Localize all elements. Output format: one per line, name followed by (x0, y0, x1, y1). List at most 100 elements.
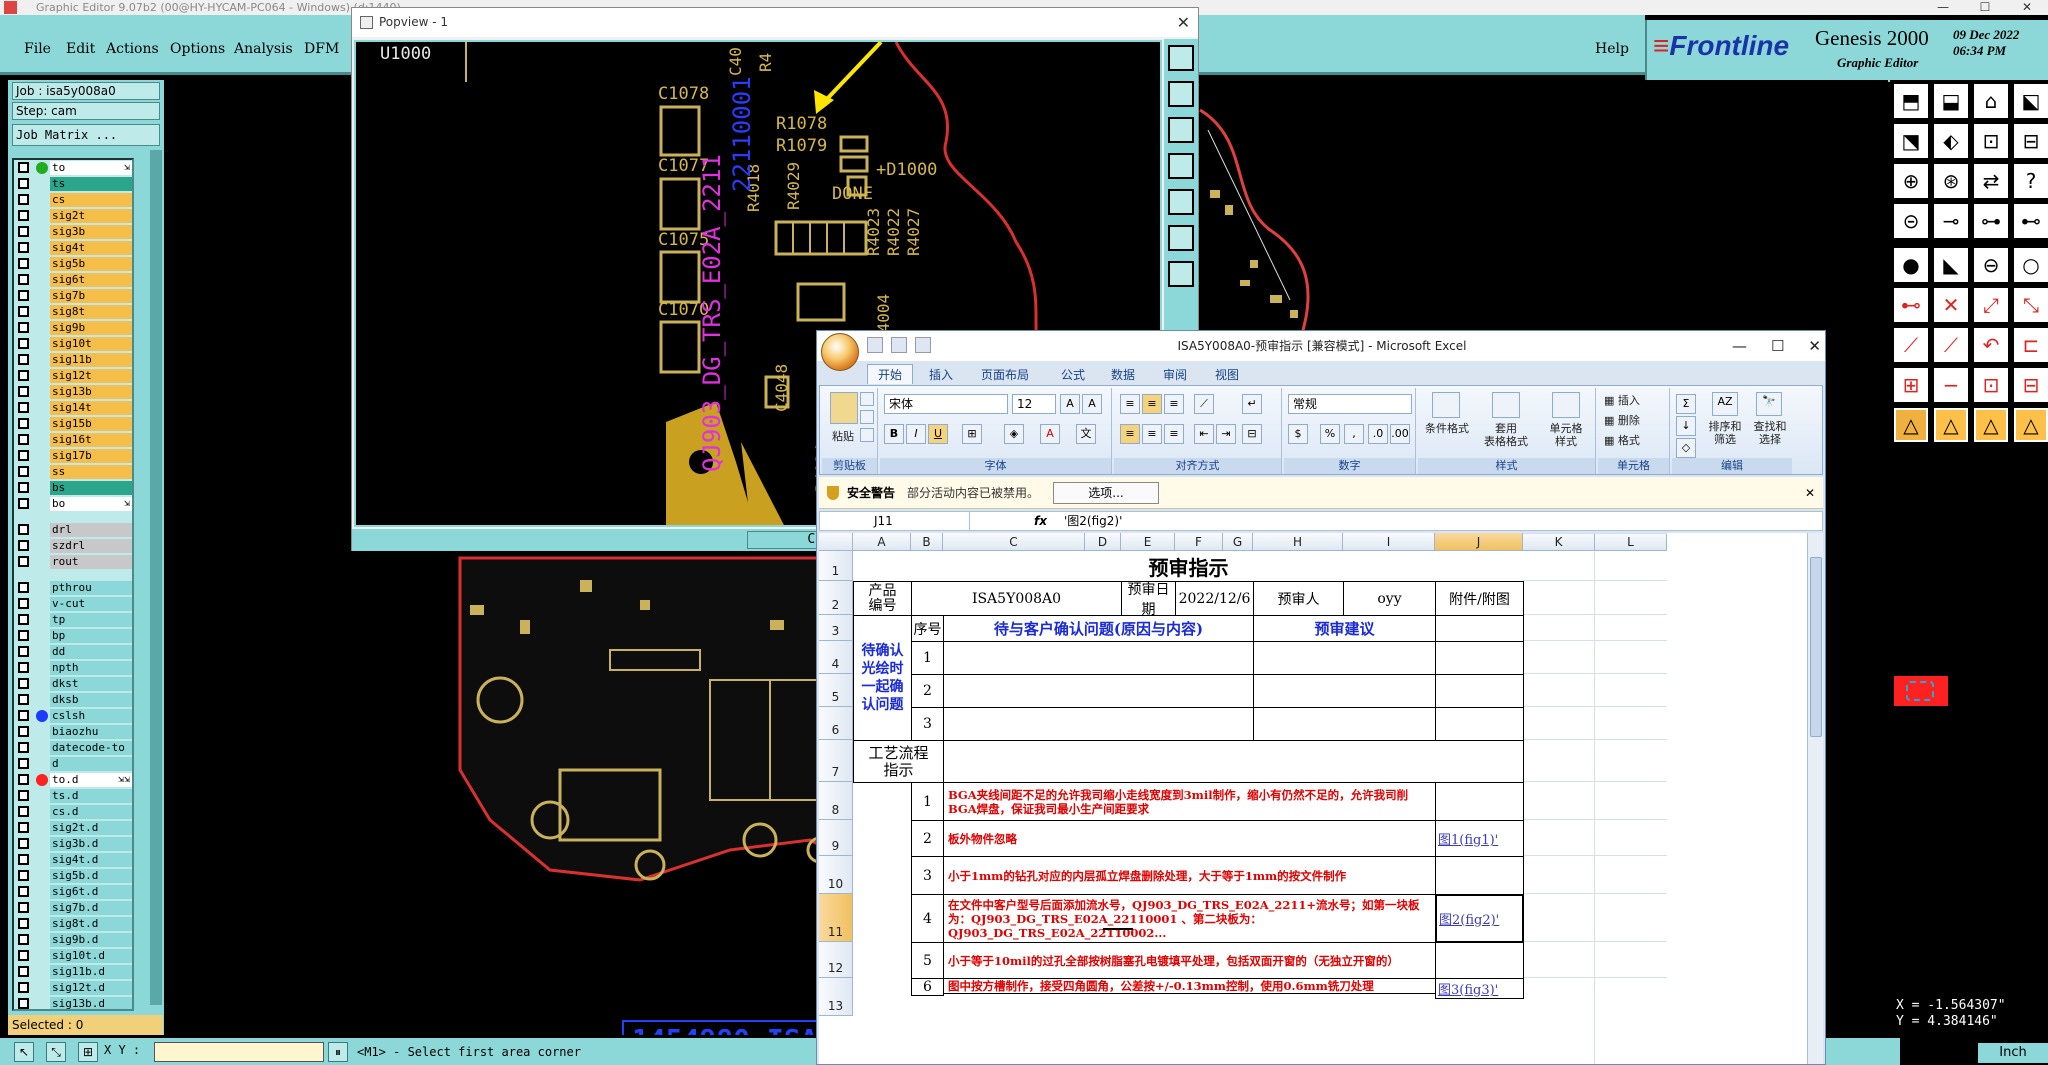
tool-1-icon[interactable]: ⬒ (1894, 84, 1928, 118)
layer-checkbox[interactable] (18, 774, 29, 785)
tool-36-icon[interactable]: △ (2014, 408, 2048, 442)
menu-dfm[interactable]: DFM (304, 41, 339, 57)
layer-checkbox[interactable] (18, 934, 29, 945)
confirm-label[interactable]: 待确认 光绘时 一起确 认问题 (853, 615, 912, 741)
tool-33-icon[interactable]: △ (1894, 408, 1928, 442)
layer-checkbox[interactable] (18, 354, 29, 365)
layer-checkbox[interactable] (18, 838, 29, 849)
scrollbar-thumb[interactable] (1810, 557, 1822, 737)
instruction-number[interactable]: 3 (911, 856, 944, 895)
office-button[interactable] (821, 333, 859, 371)
instruction-link[interactable]: 图2(fig2)' (1435, 894, 1524, 943)
layer-row[interactable]: cslsh (14, 708, 132, 724)
paste-button[interactable]: 粘贴 (832, 430, 854, 443)
instruction-number[interactable]: 1 (911, 782, 944, 821)
tool-2-icon[interactable]: ⬓ (1934, 84, 1968, 118)
layer-checkbox[interactable] (18, 194, 29, 205)
tool-30-icon[interactable]: − (1934, 368, 1968, 402)
tool-26-icon[interactable]: ⟋ (1934, 328, 1968, 362)
layer-row[interactable]: sig4t.d (14, 852, 132, 868)
font-color-icon[interactable]: A (1040, 424, 1060, 444)
layer-checkbox[interactable] (18, 742, 29, 753)
menu-actions[interactable]: Actions (106, 41, 159, 57)
layer-row[interactable]: bp (14, 628, 132, 644)
align-top-icon[interactable]: ≡ (1120, 394, 1140, 414)
italic-icon[interactable]: I (906, 424, 926, 444)
tab-formulas[interactable]: 公式 (1061, 365, 1085, 385)
instruction-link[interactable] (1435, 942, 1524, 979)
layer-checkbox[interactable] (18, 258, 29, 269)
layer-checkbox[interactable] (18, 950, 29, 961)
undo-icon[interactable] (891, 337, 907, 353)
question-cell[interactable] (943, 674, 1254, 708)
tool-21-icon[interactable]: ⊷ (1894, 288, 1928, 322)
layer-checkbox[interactable] (18, 434, 29, 445)
fill-icon[interactable]: ↓ (1676, 416, 1696, 436)
pv-tool-4-icon[interactable] (1168, 153, 1194, 179)
menu-file[interactable]: File (24, 41, 51, 57)
layer-row[interactable]: bs (14, 480, 132, 496)
layer-row[interactable]: to ⇲ (14, 160, 132, 176)
decrease-decimal-icon[interactable]: .00 (1390, 424, 1410, 444)
find-select-button[interactable]: 查找和 选择 (1748, 420, 1792, 446)
menu-analysis[interactable]: Analysis (234, 41, 293, 57)
tool-25-icon[interactable]: ⟋ (1894, 328, 1928, 362)
row-header[interactable]: 3 (819, 615, 853, 641)
increase-indent-icon[interactable]: ⇥ (1216, 424, 1236, 444)
layer-checkbox[interactable] (18, 582, 29, 593)
pv-tool-5-icon[interactable] (1168, 189, 1194, 215)
minimize-button[interactable]: — (1922, 0, 1964, 15)
tool-34-icon[interactable]: △ (1934, 408, 1968, 442)
layer-row[interactable]: sig6t.d (14, 884, 132, 900)
layer-row[interactable]: dd (14, 644, 132, 660)
clear-icon[interactable]: ◇ (1676, 438, 1696, 458)
copy-icon[interactable] (860, 410, 874, 424)
layer-checkbox[interactable] (18, 646, 29, 657)
tool-15-icon[interactable]: ⊶ (1974, 204, 2008, 238)
menu-edit[interactable]: Edit (66, 41, 95, 57)
layer-row[interactable]: sig6t (14, 272, 132, 288)
product-label[interactable]: 产品 编号 (853, 581, 912, 616)
layer-checkbox[interactable] (18, 854, 29, 865)
column-header[interactable]: K (1523, 533, 1595, 551)
layer-checkbox[interactable] (18, 386, 29, 397)
column-header[interactable]: L (1595, 533, 1667, 551)
layer-checkbox[interactable] (18, 322, 29, 333)
delete-cells-button[interactable]: ▦ 删除 (1604, 414, 1640, 427)
layer-row[interactable]: d (14, 756, 132, 772)
save-icon[interactable] (867, 337, 883, 353)
layer-row[interactable]: pthrou (14, 580, 132, 596)
row-header[interactable]: 6 (819, 707, 853, 740)
layer-row[interactable]: sig7b (14, 288, 132, 304)
layer-row[interactable]: sig12t (14, 368, 132, 384)
question-number[interactable]: 2 (911, 674, 944, 708)
cut-icon[interactable] (860, 392, 874, 406)
layer-row[interactable]: sig10t.d (14, 948, 132, 964)
instruction-link[interactable]: 图3(fig3)' (1435, 978, 1524, 999)
layer-row[interactable]: sig9b.d (14, 932, 132, 948)
layer-checkbox[interactable] (18, 678, 29, 689)
layer-row[interactable]: sig9b (14, 320, 132, 336)
layer-checkbox[interactable] (18, 226, 29, 237)
layer-row[interactable]: sig17b (14, 448, 132, 464)
layer-checkbox[interactable] (18, 918, 29, 929)
layer-checkbox[interactable] (18, 338, 29, 349)
table-format-button[interactable]: 套用 表格格式 (1476, 422, 1536, 448)
instruction-text[interactable]: 小于等于10mil的过孔全部按树脂塞孔电镀填平处理，包括双面开窗的（无独立开窗的… (943, 942, 1436, 979)
layer-checkbox[interactable] (18, 790, 29, 801)
tab-view[interactable]: 视图 (1215, 365, 1239, 385)
paste-icon[interactable] (830, 392, 858, 424)
layer-checkbox[interactable] (18, 482, 29, 493)
tool-20-icon[interactable]: ○ (2014, 248, 2048, 282)
phonetic-icon[interactable]: 文 (1076, 424, 1096, 444)
pause-icon[interactable]: ⏸ (328, 1042, 348, 1062)
question-cell[interactable] (943, 641, 1254, 675)
layer-checkbox[interactable] (18, 210, 29, 221)
instruction-number[interactable]: 5 (911, 942, 944, 979)
layer-row[interactable]: sig7b.d (14, 900, 132, 916)
spreadsheet-grid[interactable]: A B C D E F G H I J K L 1 2 3 4 5 6 7 8 9 10 11 12 13 预审指示 产品 编号 IS… (819, 533, 1823, 1064)
comma-icon[interactable]: , (1344, 424, 1364, 444)
tool-14-icon[interactable]: ⊸ (1934, 204, 1968, 238)
conditional-format-button[interactable]: 条件格式 (1420, 422, 1474, 435)
layer-row[interactable]: sig14t (14, 400, 132, 416)
